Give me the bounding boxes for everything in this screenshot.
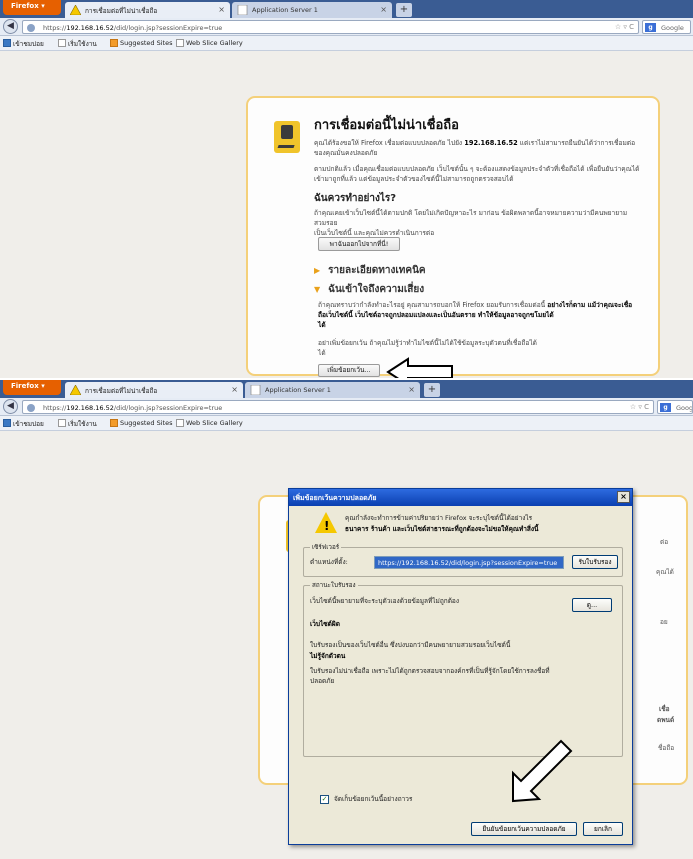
- bookmark-icon: [3, 419, 11, 427]
- arrow-pointer-left: [386, 357, 453, 378]
- site-identity-icon: [27, 404, 35, 412]
- bookmark-getting-started[interactable]: เริ่มใช้งาน: [58, 419, 97, 429]
- intro-text: คุณได้ร้องขอให้ Firefox เชื่อมต่อแบบปลอด…: [314, 139, 636, 157]
- risk-text-2: อย่าเพิ่มข้อยกเว้น ถ้าคุณไม่รู้ว่าทำไมไซ…: [318, 339, 537, 357]
- get-certificate-button[interactable]: รับใบรับรอง: [572, 555, 618, 569]
- warning-icon: [70, 5, 81, 15]
- star-reload-icon[interactable]: ☆ ▿ C: [630, 403, 649, 411]
- partial-text: เชื่อ: [659, 705, 670, 713]
- what-should-i-do-heading: ฉันควรทำอย่างไร?: [314, 193, 397, 204]
- page-icon: [58, 419, 66, 427]
- what-should-i-do-text: ถ้าคุณเคยเข้าเว็บไซต์นี้ได้ตามปกติ โดยไม…: [314, 209, 628, 237]
- search-box[interactable]: g Google: [642, 20, 691, 34]
- confirm-security-exception-button[interactable]: ยืนยันข้อยกเว้นความปลอดภัย: [471, 822, 577, 836]
- tab-close-icon[interactable]: ×: [231, 385, 238, 394]
- dialog-title: เพิ่มข้อยกเว้นความปลอดภัย ×: [289, 489, 632, 506]
- triangle-right-icon: ▶: [314, 266, 321, 275]
- suggested-sites-icon: [110, 39, 118, 47]
- partial-text: คุณได้: [656, 568, 674, 576]
- location-label: ตำแหน่งที่ตั้ง:: [310, 558, 348, 566]
- bookmark-most-visited[interactable]: เข้าชมบ่อย: [3, 419, 44, 429]
- new-tab-button[interactable]: +: [424, 383, 440, 397]
- add-security-exception-dialog: เพิ่มข้อยกเว้นความปลอดภัย × ! คุณกำลังจะ…: [288, 488, 633, 845]
- bookmark-suggested-sites[interactable]: Suggested Sites: [110, 419, 173, 427]
- tab-untrusted-connection[interactable]: การเชื่อมต่อที่ไม่น่าเชื่อถือ ×: [65, 2, 230, 18]
- nav-bar: ◀ https://192.168.16.52/did/login.jsp?se…: [0, 18, 693, 36]
- url-bar[interactable]: https://192.168.16.52/did/login.jsp?sess…: [22, 400, 654, 414]
- screenshot-bottom: Firefox ▾ การเชื่อมต่อที่ไม่น่าเชื่อถือ …: [0, 380, 693, 859]
- bookmark-suggested-sites[interactable]: Suggested Sites: [110, 39, 173, 47]
- search-box[interactable]: g Google: [657, 400, 693, 414]
- site-identity-icon: [27, 24, 35, 32]
- tab-application-server[interactable]: Application Server 1 ×: [245, 382, 420, 398]
- page-title: การเชื่อมต่อนี้ไม่น่าเชื่อถือ: [314, 118, 459, 133]
- partial-text: ต่อ: [660, 538, 669, 546]
- warning-text-bold: ธนาคาร ร้านค้า และเว็บไซต์สาธารณะที่ถูกต…: [345, 525, 539, 533]
- wrong-site-text: ใบรับรองเป็นของเว็บไซต์อื่น ซึ่งบ่งบอกว่…: [310, 641, 511, 649]
- partial-text: ชื่อถือ: [658, 744, 675, 752]
- google-icon: g: [660, 403, 671, 412]
- tab-untrusted-connection[interactable]: การเชื่อมต่อที่ไม่น่าเชื่อถือ ×: [65, 382, 243, 398]
- bookmark-web-slice-gallery[interactable]: Web Slice Gallery: [176, 419, 243, 427]
- bookmark-web-slice-gallery[interactable]: Web Slice Gallery: [176, 39, 243, 47]
- tab-close-icon[interactable]: ×: [218, 5, 225, 14]
- bookmarks-toolbar: เข้าชมบ่อย เริ่มใช้งาน Suggested Sites W…: [0, 36, 693, 51]
- partial-text: ดพนด์: [657, 716, 675, 724]
- cancel-button[interactable]: ยกเลิก: [583, 822, 623, 836]
- add-exception-button[interactable]: เพิ่มข้อยกเว้น...: [318, 364, 380, 377]
- firefox-menu-button[interactable]: Firefox ▾: [3, 0, 61, 15]
- nav-bar: ◀ https://192.168.16.52/did/login.jsp?se…: [0, 398, 693, 416]
- url-bar[interactable]: https://192.168.16.52/did/login.jsp?sess…: [22, 20, 639, 34]
- screenshot-top: Firefox ▾ การเชื่อมต่อที่ไม่น่าเชื่อถือ …: [0, 0, 693, 378]
- permanent-store-checkbox[interactable]: ✓: [320, 795, 329, 804]
- page-icon: [250, 385, 261, 395]
- untrusted-text-2: ปลอดภัย: [310, 677, 335, 685]
- back-arrow-icon[interactable]: ◀: [3, 399, 18, 414]
- explanation-text: ตามปกติแล้ว เมื่อคุณเชื่อมต่อแบบปลอดภัย …: [314, 165, 640, 183]
- risk-text: ถ้าคุณทราบว่ากำลังทำอะไรอยู่ คุณสามารถบอ…: [318, 301, 633, 329]
- star-reload-icon[interactable]: ☆ ▿ C: [615, 23, 634, 31]
- triangle-down-icon: ▼: [314, 285, 321, 294]
- close-icon[interactable]: ×: [617, 491, 630, 503]
- tab-application-server[interactable]: Application Server 1 ×: [232, 2, 392, 18]
- tab-bar: Firefox ▾ การเชื่อมต่อที่ไม่น่าเชื่อถือ …: [0, 380, 693, 398]
- google-icon: g: [645, 23, 656, 32]
- warning-icon: [70, 385, 81, 395]
- bookmark-most-visited[interactable]: เข้าชมบ่อย: [3, 39, 44, 49]
- certificate-status-group: สถานะใบรับรอง เว็บไซต์นี้พยายามที่จะระบุ…: [303, 580, 623, 757]
- back-arrow-icon[interactable]: ◀: [3, 19, 18, 34]
- bookmark-getting-started[interactable]: เริ่มใช้งาน: [58, 39, 97, 49]
- firefox-menu-button[interactable]: Firefox ▾: [3, 380, 61, 395]
- police-lock-icon: [274, 121, 300, 153]
- technical-details-expander[interactable]: ▶ รายละเอียดทางเทคนิค: [314, 263, 426, 278]
- page-icon: [176, 419, 184, 427]
- status-text: เว็บไซต์นี้พยายามที่จะระบุตัวเองด้วยข้อม…: [310, 597, 459, 605]
- warning-text: คุณกำลังจะทำการข้ามค่าปริยายว่า Firefox …: [345, 514, 533, 522]
- get-me-out-button[interactable]: พาฉันออกไปจากที่นี่!: [318, 237, 400, 251]
- untrusted-connection-card: การเชื่อมต่อนี้ไม่น่าเชื่อถือ คุณได้ร้อง…: [246, 96, 660, 377]
- view-certificate-button[interactable]: ดู...: [572, 598, 612, 612]
- bookmarks-toolbar: เข้าชมบ่อย เริ่มใช้งาน Suggested Sites W…: [0, 416, 693, 431]
- partial-text: อย: [660, 618, 668, 626]
- suggested-sites-icon: [110, 419, 118, 427]
- server-group: เซิร์ฟเวอร์ ตำแหน่งที่ตั้ง: https://192.…: [303, 542, 623, 577]
- tab-bar: Firefox ▾ การเชื่อมต่อที่ไม่น่าเชื่อถือ …: [0, 0, 693, 18]
- page-icon: [58, 39, 66, 47]
- page-icon: [176, 39, 184, 47]
- wrong-site-heading: เว็บไซต์ผิด: [310, 620, 340, 628]
- untrusted-text: ใบรับรองไม่น่าเชื่อถือ เพราะไม่ได้ถูกตรว…: [310, 667, 550, 675]
- page-icon: [237, 5, 248, 15]
- tab-close-icon[interactable]: ×: [408, 385, 415, 394]
- tab-close-icon[interactable]: ×: [380, 5, 387, 14]
- unknown-identity-heading: ไม่รู้จักตัวตน: [310, 652, 346, 660]
- understand-risks-expander[interactable]: ▼ ฉันเข้าใจถึงความเสี่ยง: [314, 282, 424, 297]
- location-input[interactable]: https://192.168.16.52/did/login.jsp?sess…: [374, 556, 564, 569]
- permanent-store-label: จัดเก็บข้อยกเว้นนี้อย่างถาวร: [334, 795, 413, 803]
- arrow-pointer-down-left: [512, 739, 573, 803]
- new-tab-button[interactable]: +: [396, 3, 412, 17]
- bookmark-icon: [3, 39, 11, 47]
